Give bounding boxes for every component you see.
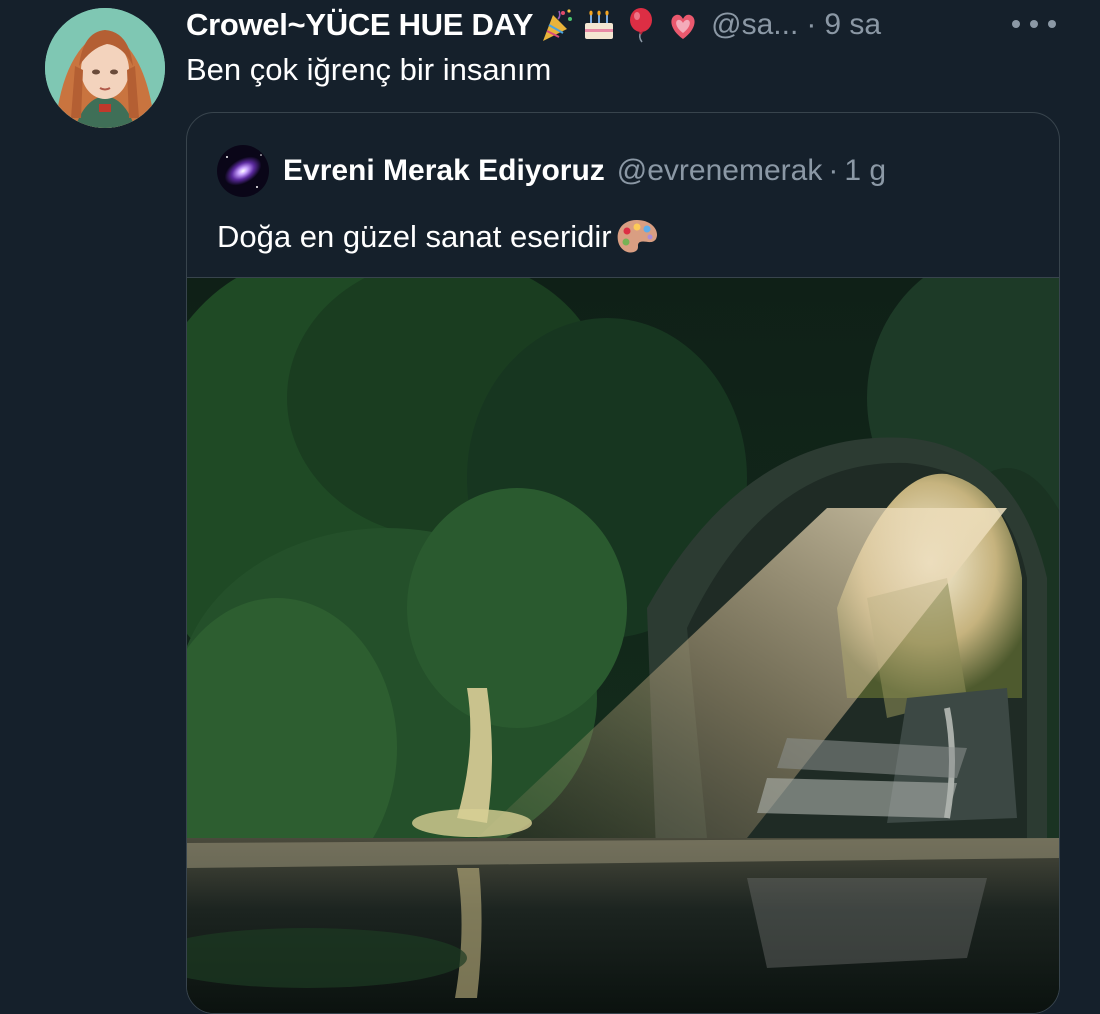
quoted-author-name[interactable]: Evreni Merak Ediyoruz	[283, 154, 605, 188]
quoted-tweet-media-image[interactable]	[187, 248, 1059, 1013]
more-options-icon[interactable]	[1012, 4, 1056, 44]
tweet-header: Crowel~YÜCE HUE DAY @sa... · 9 sa	[186, 2, 1060, 48]
quoted-tweet-header: Evreni Merak Ediyoruz @evrenemerak · 1 g	[217, 145, 886, 197]
party-popper-icon	[539, 7, 575, 43]
quoted-tweet-text: Doğa en güzel sanat eseridir	[217, 219, 612, 254]
separator-dot: ·	[828, 154, 839, 187]
quoted-tweet-timestamp[interactable]: 1 g	[844, 154, 886, 188]
quoted-author-handle[interactable]: @evrenemerak	[617, 154, 823, 188]
quoted-tweet-text-row: Doğa en güzel sanat eseridir	[217, 217, 660, 257]
artist-palette-icon	[614, 217, 660, 257]
author-avatar[interactable]	[45, 8, 165, 128]
quoted-tweet-card[interactable]: Evreni Merak Ediyoruz @evrenemerak · 1 g…	[186, 112, 1060, 1014]
birthday-cake-icon	[581, 7, 617, 43]
author-display-name[interactable]: Crowel~YÜCE HUE DAY	[186, 7, 533, 43]
balloon-icon	[623, 7, 659, 43]
author-handle[interactable]: @sa...	[711, 8, 798, 42]
separator-dot: ·	[806, 8, 817, 41]
quoted-author-avatar[interactable]	[217, 145, 269, 197]
sparkling-heart-icon	[665, 7, 701, 43]
tweet-text: Ben çok iğrenç bir insanım	[186, 52, 552, 87]
tweet-timestamp[interactable]: 9 sa	[824, 8, 881, 42]
